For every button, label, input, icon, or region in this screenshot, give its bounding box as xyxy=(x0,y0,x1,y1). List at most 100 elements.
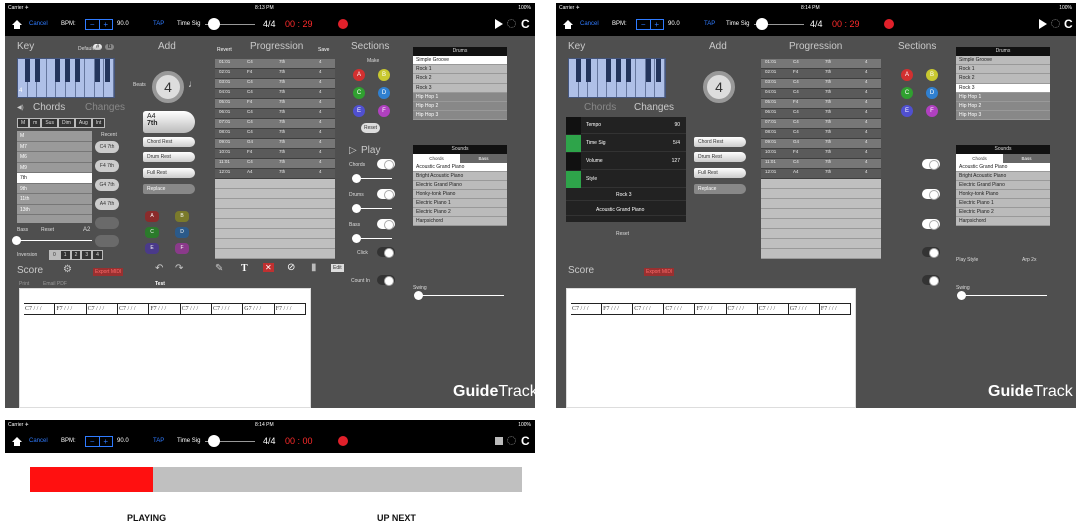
countin-toggle[interactable] xyxy=(377,275,395,286)
section-c-button[interactable]: C xyxy=(145,227,159,238)
progression-row[interactable]: 06:01 C4 7th 4 xyxy=(761,109,881,119)
tab-chords[interactable]: Chords xyxy=(33,102,65,113)
bpm-stepper[interactable]: − + xyxy=(85,19,113,30)
drum-item[interactable]: Rock 3 xyxy=(956,83,1050,93)
sounds-tabs[interactable]: Chords Bass xyxy=(956,154,1050,163)
edit-button[interactable]: Edit xyxy=(331,264,344,272)
progression-empty-row[interactable] xyxy=(761,249,881,259)
chord-type-item[interactable]: M6 xyxy=(17,152,92,163)
cancel-button[interactable]: Cancel xyxy=(29,438,48,444)
section-a-badge[interactable]: A xyxy=(901,69,913,81)
swing-slider[interactable] xyxy=(957,291,1047,300)
sounds-tab-bass[interactable]: Bass xyxy=(460,154,507,163)
drum-name-row[interactable]: Rock 3 xyxy=(566,189,686,201)
chords-toggle[interactable] xyxy=(377,159,395,170)
progression-empty-row[interactable] xyxy=(215,189,335,199)
progression-empty-row[interactable] xyxy=(215,179,335,189)
bpm-stepper[interactable]: − + xyxy=(636,19,664,30)
countin-toggle[interactable] xyxy=(922,275,940,286)
tab-changes[interactable]: Changes xyxy=(85,102,125,113)
progression-row[interactable]: 05:01 F4 7th 4 xyxy=(215,99,335,109)
progression-empty-row[interactable] xyxy=(761,199,881,209)
chord-rest-button[interactable]: Chord Rest xyxy=(143,137,195,147)
progression-row[interactable]: 09:01 G4 7th 4 xyxy=(761,139,881,149)
sounds-tab-bass[interactable]: Bass xyxy=(1003,154,1050,163)
drums-panel[interactable]: Drums Simple Groove Rock 1 Rock 2 Rock 3 Hip … xyxy=(956,47,1050,121)
section-c-badge[interactable]: C xyxy=(901,87,913,99)
progression-row[interactable]: 09:01 G4 7th 4 xyxy=(215,139,335,149)
chord-type-item[interactable]: M7 xyxy=(17,142,92,152)
gear-icon[interactable]: ⚙ xyxy=(63,264,72,275)
trash-icon[interactable]: ▮ xyxy=(311,262,317,273)
quality-dim[interactable]: Dim xyxy=(57,118,75,128)
progression-row[interactable]: 01:01 C4 7th 4 xyxy=(761,59,881,69)
progression-row[interactable]: 11:01 C4 7th 4 xyxy=(761,159,881,169)
bass-toggle[interactable] xyxy=(922,219,940,230)
text-icon[interactable]: T xyxy=(241,263,248,274)
undo-icon[interactable]: ↶ xyxy=(155,263,163,274)
progression-row[interactable]: 07:01 C4 7th 4 xyxy=(761,119,881,129)
section-f-button[interactable]: F xyxy=(175,243,189,254)
timesig-row[interactable]: Time Sig 5/4 xyxy=(566,135,686,152)
sound-item[interactable]: Acoustic Grand Piano xyxy=(956,163,1050,172)
volume-row[interactable]: Volume 127 xyxy=(566,153,686,170)
progression-row[interactable]: 11:01 C4 7th 4 xyxy=(215,159,335,169)
section-b-badge[interactable]: B xyxy=(378,69,390,81)
no-icon[interactable]: ⊘ xyxy=(287,262,295,273)
section-c-badge[interactable]: C xyxy=(353,87,365,99)
stop-icon[interactable] xyxy=(495,437,503,445)
chord-type-item[interactable]: M9 xyxy=(17,163,92,173)
drum-item[interactable]: Rock 1 xyxy=(956,65,1050,75)
chord-type-item[interactable]: M xyxy=(17,131,92,142)
play-icon[interactable] xyxy=(1039,19,1047,29)
changes-reset-button[interactable]: Reset xyxy=(616,231,629,237)
sound-item[interactable]: Harpsichord xyxy=(956,217,1050,226)
tap-button[interactable]: TAP xyxy=(704,21,715,27)
section-d-badge[interactable]: D xyxy=(926,87,938,99)
recent-chord[interactable]: G4 7th xyxy=(95,179,119,191)
drum-item[interactable]: Hip Hop 3 xyxy=(413,111,507,121)
flat-button[interactable]: b xyxy=(105,44,115,50)
drum-item[interactable]: Hip Hop 2 xyxy=(956,101,1050,112)
sound-item[interactable]: Bright Acoustic Piano xyxy=(413,172,507,181)
bass-reset-button[interactable]: Reset xyxy=(41,227,54,233)
chord-quality-tabs[interactable]: M m Sus Dim Aug Int xyxy=(17,118,106,128)
section-b-badge[interactable]: B xyxy=(926,69,938,81)
drums-volume-slider[interactable] xyxy=(352,204,392,213)
section-e-badge[interactable]: E xyxy=(353,105,365,117)
tempo-row[interactable]: Tempo 90 xyxy=(566,117,686,134)
progression-row[interactable]: 05:01 F4 7th 4 xyxy=(761,99,881,109)
tap-button[interactable]: TAP xyxy=(153,21,164,27)
progression-empty-row[interactable] xyxy=(761,229,881,239)
full-rest-button[interactable]: Full Rest xyxy=(694,168,746,178)
progression-row[interactable]: 03:01 C4 7th 4 xyxy=(761,79,881,89)
quality-aug[interactable]: Aug xyxy=(74,118,92,128)
progression-row[interactable]: 12:01 A4 7th 4 xyxy=(761,169,881,179)
progression-row[interactable]: 02:01 F4 7th 4 xyxy=(761,69,881,79)
drum-item[interactable]: Rock 2 xyxy=(413,74,507,84)
tab-chords[interactable]: Chords xyxy=(584,102,616,113)
quality-minor[interactable]: m xyxy=(29,118,42,128)
swing-slider[interactable] xyxy=(414,291,504,300)
chord-type-item[interactable]: 9th xyxy=(17,184,92,194)
sound-item[interactable]: Electric Piano 1 xyxy=(956,199,1050,208)
progression-row[interactable]: 04:01 C4 7th 4 xyxy=(215,89,335,99)
drum-item[interactable]: Rock 3 xyxy=(413,83,507,93)
progression-row[interactable]: 08:01 C4 7th 4 xyxy=(761,129,881,139)
quality-sus[interactable]: Sus xyxy=(41,118,58,128)
timesig-slider-knob[interactable] xyxy=(208,435,220,447)
section-e-button[interactable]: E xyxy=(145,243,159,254)
home-icon[interactable] xyxy=(12,20,22,29)
recent-chord[interactable]: C4 7th xyxy=(95,141,119,153)
section-b-button[interactable]: B xyxy=(175,211,189,222)
section-a-button[interactable]: A xyxy=(145,211,159,222)
section-e-badge[interactable]: E xyxy=(901,105,913,117)
quality-int[interactable]: Int xyxy=(91,118,106,128)
progression-empty-row[interactable] xyxy=(761,209,881,219)
quality-major[interactable]: M xyxy=(17,118,30,128)
progression-empty-row[interactable] xyxy=(215,209,335,219)
progression-empty-row[interactable] xyxy=(215,249,335,259)
chords-volume-slider[interactable] xyxy=(352,174,392,183)
drum-item[interactable]: Hip Hop 1 xyxy=(413,92,507,102)
chords-toggle[interactable] xyxy=(922,159,940,170)
